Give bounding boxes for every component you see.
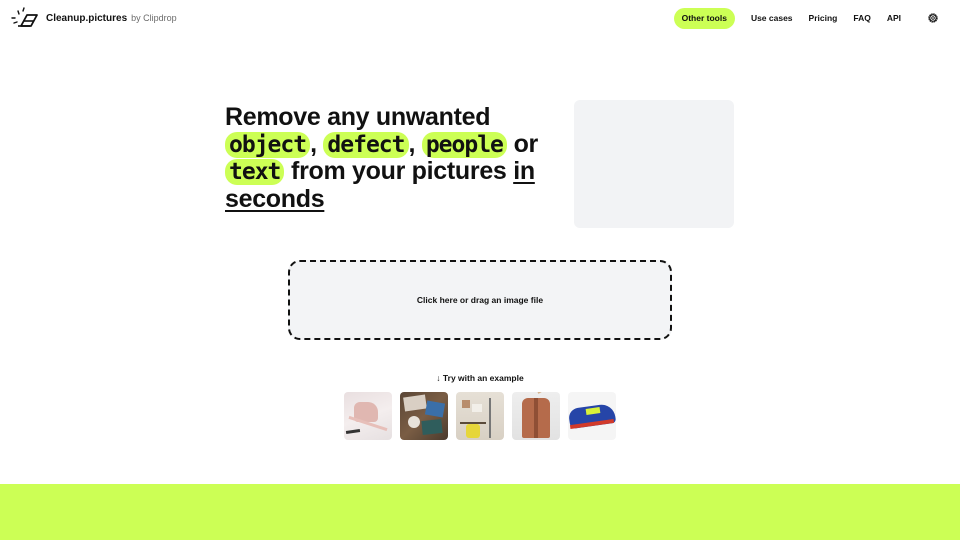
example-thumb-desk[interactable] (400, 392, 448, 440)
logo[interactable]: Cleanup.pictures by Clipdrop (10, 6, 177, 30)
eraser-icon (11, 7, 38, 27)
nav: Other tools Use cases Pricing FAQ API (673, 7, 960, 29)
hero-rest: from your pictures (291, 157, 507, 185)
header: Cleanup.pictures by Clipdrop Other tools… (0, 0, 960, 36)
nav-other-tools[interactable]: Other tools (673, 7, 735, 29)
comma: , (310, 129, 317, 158)
hero-line1: Remove any unwanted (225, 103, 491, 131)
brand-by: by Clipdrop (131, 13, 177, 23)
example-thumb-room[interactable] (456, 392, 504, 440)
tag-text: text (225, 159, 285, 185)
nav-use-cases[interactable]: Use cases (751, 13, 793, 23)
accent-section (0, 484, 960, 540)
dropzone-label: Click here or drag an image file (416, 295, 544, 305)
tag-object: object (225, 131, 311, 158)
examples-title: ↓ Try with an example (436, 373, 524, 383)
brand-name: Cleanup.pictures (46, 12, 128, 24)
nav-api[interactable]: API (887, 13, 901, 23)
gear-icon[interactable] (927, 12, 939, 24)
hero-underline-in: in (513, 157, 535, 185)
hero-or: or (513, 129, 539, 158)
example-thumb-sneaker[interactable] (568, 392, 616, 440)
hero-heading: Remove any unwanted object, defect, peop… (225, 104, 570, 212)
examples-list (344, 392, 616, 440)
upload-dropzone[interactable]: Click here or drag an image file (288, 260, 672, 340)
comma: , (408, 129, 416, 158)
hero-underline-seconds: seconds (225, 184, 325, 213)
preview-placeholder (574, 100, 734, 228)
tag-people: people (421, 131, 507, 158)
nav-faq[interactable]: FAQ (853, 13, 870, 23)
tag-defect: defect (323, 131, 409, 158)
example-thumb-handbag[interactable] (344, 392, 392, 440)
nav-pricing[interactable]: Pricing (809, 13, 838, 23)
example-thumb-jacket[interactable] (512, 392, 560, 440)
